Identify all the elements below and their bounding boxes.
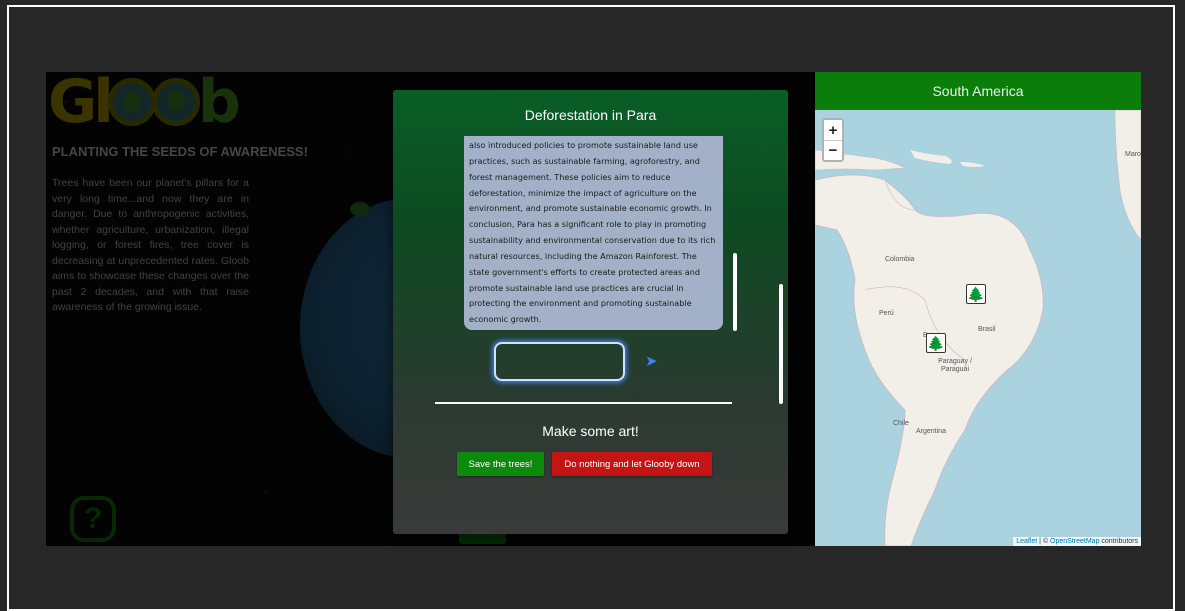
- map-panel[interactable]: South America + − Colombia Perú Brasil P…: [815, 72, 1141, 546]
- map-label-peru: Perú: [879, 310, 894, 317]
- map-title: South America: [815, 72, 1141, 110]
- map-label-argentina: Argentina: [916, 428, 946, 435]
- zoom-control: + −: [822, 118, 844, 162]
- modal-title: Deforestation in Para: [524, 107, 657, 123]
- save-trees-button[interactable]: Save the trees!: [457, 452, 544, 476]
- answer-input[interactable]: [494, 342, 625, 381]
- osm-link[interactable]: OpenStreetMap: [1050, 538, 1099, 545]
- divider: [435, 402, 732, 404]
- map-label-paraguay: Paraguay / Paraguái: [938, 358, 972, 373]
- map-label-chile: Chile: [893, 420, 909, 427]
- art-title: Make some art!: [542, 423, 639, 439]
- tree-marker[interactable]: 🌲: [926, 333, 946, 353]
- tree-icon: 🌲: [967, 285, 985, 302]
- modal-scrollbar[interactable]: [779, 284, 783, 404]
- story-text[interactable]: also introduced policies to promote sust…: [464, 136, 723, 330]
- send-icon[interactable]: ➤: [645, 352, 661, 370]
- map-label-morocco: Maro: [1125, 151, 1141, 158]
- tree-marker[interactable]: 🌲: [966, 284, 986, 304]
- do-nothing-button[interactable]: Do nothing and let Glooby down: [552, 452, 712, 476]
- map-label-brasil: Brasil: [978, 326, 996, 333]
- story-modal: Deforestation in Para also introduced po…: [393, 90, 788, 534]
- map-label-colombia: Colombia: [885, 256, 915, 263]
- leaflet-link[interactable]: Leaflet: [1016, 538, 1037, 545]
- zoom-out-button[interactable]: −: [824, 140, 842, 160]
- map-attribution: Leaflet | © OpenStreetMap contributors: [1013, 537, 1141, 546]
- tree-icon: 🌲: [927, 334, 945, 351]
- zoom-in-button[interactable]: +: [824, 120, 842, 140]
- story-scrollbar[interactable]: [733, 253, 737, 331]
